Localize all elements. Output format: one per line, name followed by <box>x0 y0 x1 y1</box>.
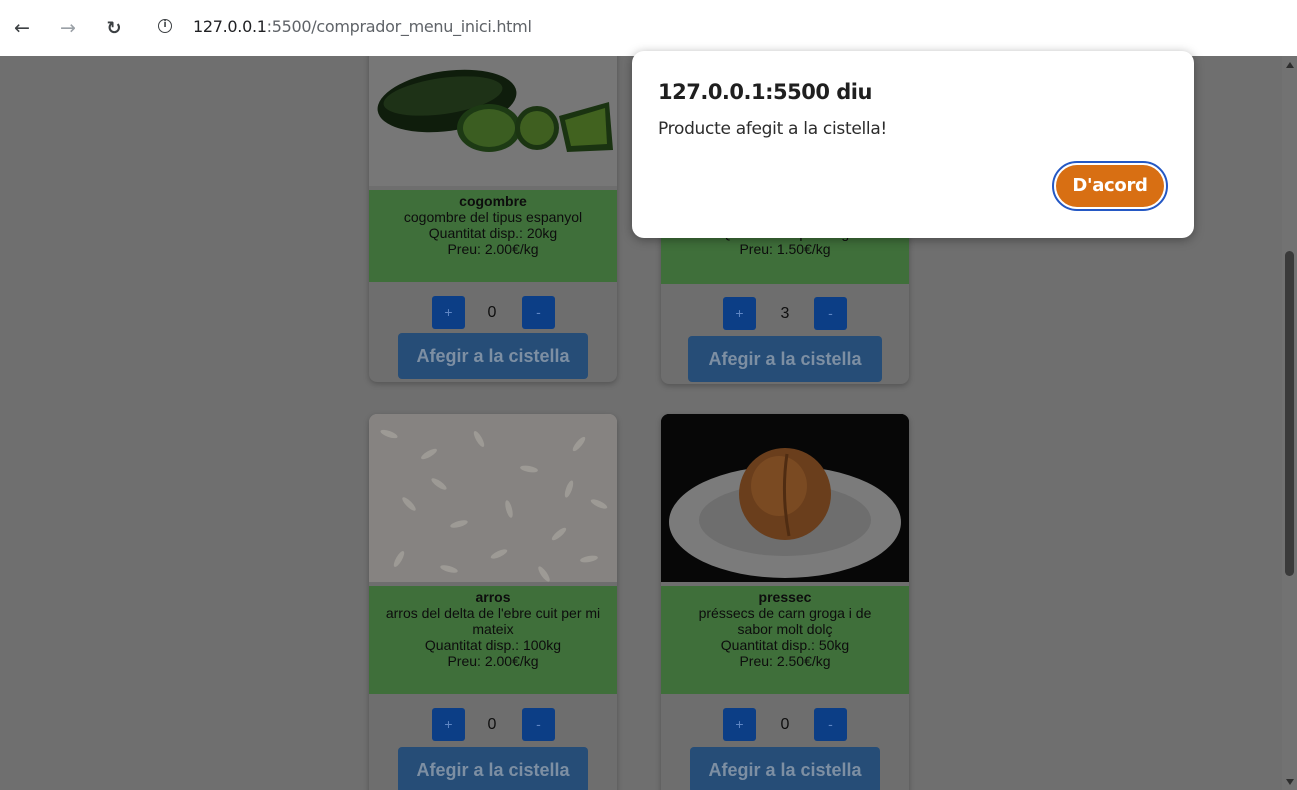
decrease-button[interactable]: - <box>814 297 847 330</box>
decrease-button[interactable]: - <box>814 708 847 741</box>
increase-button[interactable]: + <box>432 296 465 329</box>
quantity-stepper: + 0 - <box>369 708 617 742</box>
product-description: arros del delta de l'ebre cuit per mi ma… <box>385 605 601 637</box>
quantity-stepper: + 0 - <box>661 708 909 742</box>
decrease-button[interactable]: - <box>522 708 555 741</box>
increase-button[interactable]: + <box>432 708 465 741</box>
scroll-down-icon[interactable] <box>1286 779 1294 785</box>
product-stock: Quantitat disp.: 100kg <box>424 637 562 653</box>
url-host: 127.0.0.1 <box>193 17 267 36</box>
url-text[interactable]: 127.0.0.1:5500/comprador_menu_inici.html <box>193 17 532 36</box>
product-name: arros <box>475 589 511 605</box>
product-description: préssecs de carn groga i de sabor molt d… <box>698 605 872 637</box>
product-stock: Quantitat disp.: 20kg <box>428 225 558 241</box>
decrease-button[interactable]: - <box>522 296 555 329</box>
quantity-stepper: + 3 - <box>661 297 909 331</box>
forward-arrow-icon[interactable]: → <box>54 14 82 42</box>
product-price: Preu: 2.00€/kg <box>447 653 539 669</box>
add-to-cart-button[interactable]: Afegir a la cistella <box>690 747 880 790</box>
product-info: pressec préssecs de carn groga i de sabo… <box>661 586 909 694</box>
reload-icon[interactable]: ↻ <box>100 14 128 42</box>
url-path: :5500/comprador_menu_inici.html <box>266 17 532 36</box>
increase-button[interactable]: + <box>723 708 756 741</box>
quantity-value: 0 <box>487 716 497 733</box>
dialog-title: 127.0.0.1:5500 diu <box>658 80 872 104</box>
product-name: cogombre <box>459 193 527 209</box>
product-info: cogombre cogombre del tipus espanyol Qua… <box>369 190 617 282</box>
quantity-value: 0 <box>780 716 790 733</box>
add-to-cart-button[interactable]: Afegir a la cistella <box>398 333 588 379</box>
quantity-stepper: + 0 - <box>369 296 617 330</box>
add-to-cart-button[interactable]: Afegir a la cistella <box>688 336 882 382</box>
rice-image <box>369 414 617 582</box>
product-price: Preu: 2.00€/kg <box>447 241 539 257</box>
product-name: pressec <box>758 589 812 605</box>
product-card: cogombre cogombre del tipus espanyol Qua… <box>369 56 617 382</box>
site-info-icon[interactable]: i <box>158 19 172 33</box>
increase-button[interactable]: + <box>723 297 756 330</box>
back-arrow-icon[interactable]: ← <box>8 14 36 42</box>
address-bar[interactable]: i 127.0.0.1:5500/comprador_menu_inici.ht… <box>146 7 1297 47</box>
ok-button-label: D'acord <box>1056 165 1164 207</box>
scroll-up-icon[interactable] <box>1286 62 1294 68</box>
add-to-cart-button[interactable]: Afegir a la cistella <box>398 747 588 790</box>
ok-button[interactable]: D'acord <box>1052 161 1168 211</box>
cucumber-image <box>369 56 617 186</box>
product-price: Preu: 2.50€/kg <box>739 653 831 669</box>
product-price: Preu: 1.50€/kg <box>739 241 831 257</box>
quantity-value: 3 <box>780 305 790 322</box>
product-stock: Quantitat disp.: 50kg <box>720 637 850 653</box>
product-card: arros arros del delta de l'ebre cuit per… <box>369 414 617 790</box>
product-card: pressec préssecs de carn groga i de sabo… <box>661 414 909 790</box>
quantity-value: 0 <box>487 304 497 321</box>
product-info: arros arros del delta de l'ebre cuit per… <box>369 586 617 694</box>
peach-image <box>661 414 909 582</box>
dialog-message: Producte afegit a la cistella! <box>658 119 887 139</box>
alert-dialog: 127.0.0.1:5500 diu Producte afegit a la … <box>632 51 1194 238</box>
browser-toolbar: ← → ↻ i 127.0.0.1:5500/comprador_menu_in… <box>0 0 1297 56</box>
scrollbar-thumb[interactable] <box>1285 251 1294 576</box>
product-description: cogombre del tipus espanyol <box>403 209 583 225</box>
